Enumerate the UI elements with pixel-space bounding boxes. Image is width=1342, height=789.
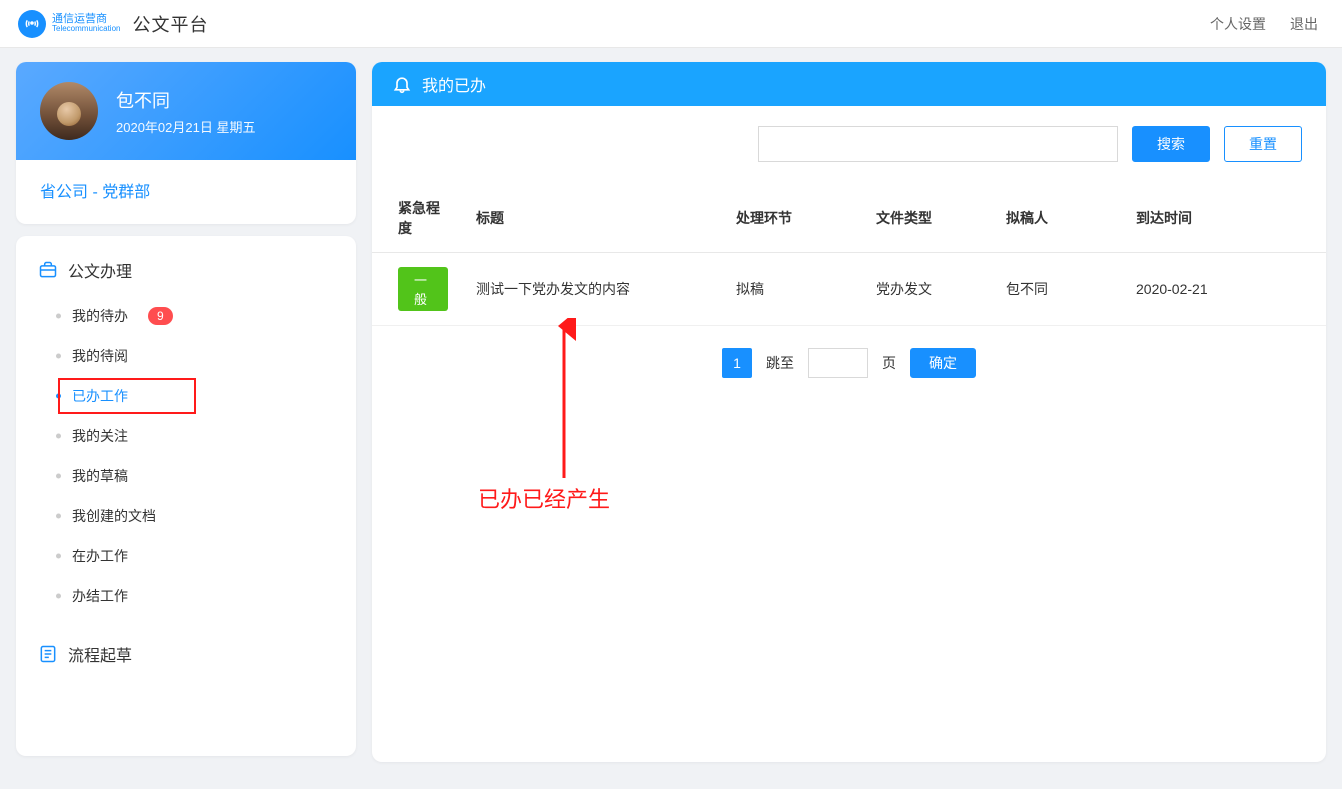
layout: 包不同 2020年02月21日 星期五 省公司 - 党群部 公文办理 我的待办 … — [0, 48, 1342, 776]
nav-item-closed[interactable]: 办结工作 — [16, 576, 356, 616]
nav-item-draft[interactable]: 我的草稿 — [16, 456, 356, 496]
nav-section-title-text: 公文办理 — [68, 258, 132, 282]
search-input[interactable] — [758, 126, 1118, 162]
done-table: 紧急程度 标题 处理环节 文件类型 拟稿人 到达时间 一般 测试一下党办发文的内… — [372, 184, 1326, 326]
bullet-icon — [56, 554, 61, 559]
app-title: 公文平台 — [132, 11, 208, 37]
user-info: 包不同 2020年02月21日 星期五 — [116, 87, 255, 136]
user-dept[interactable]: 省公司 - 党群部 — [16, 160, 356, 224]
cell-drafter: 包不同 — [992, 253, 1122, 326]
nav-item-label: 我的关注 — [72, 426, 128, 446]
bullet-icon — [56, 314, 61, 319]
bullet-icon — [56, 354, 61, 359]
col-arrive: 到达时间 — [1122, 184, 1326, 253]
urgency-tag: 一般 — [398, 267, 448, 311]
table-header-row: 紧急程度 标题 处理环节 文件类型 拟稿人 到达时间 — [372, 184, 1326, 253]
nav-item-label: 在办工作 — [72, 546, 128, 566]
bell-icon — [392, 74, 412, 94]
pager: 1 跳至 页 确定 — [372, 326, 1326, 400]
sidebar: 包不同 2020年02月21日 星期五 省公司 - 党群部 公文办理 我的待办 … — [16, 62, 356, 756]
user-date: 2020年02月21日 星期五 — [116, 117, 255, 136]
nav-item-label: 我的草稿 — [72, 466, 128, 486]
nav-item-inprogress[interactable]: 在办工作 — [16, 536, 356, 576]
cell-filetype: 党办发文 — [862, 253, 992, 326]
briefcase-icon — [38, 260, 58, 280]
bullet-icon — [56, 474, 61, 479]
nav-item-label: 已办工作 — [72, 386, 128, 406]
nav-item-toread[interactable]: 我的待阅 — [16, 336, 356, 376]
page-confirm-button[interactable]: 确定 — [910, 348, 976, 378]
bullet-icon — [56, 434, 61, 439]
nav-section-process[interactable]: 流程起草 — [16, 634, 356, 674]
antenna-icon — [24, 15, 40, 33]
header-actions: 个人设置 退出 — [1210, 14, 1318, 34]
cell-step: 拟稿 — [722, 253, 862, 326]
settings-link[interactable]: 个人设置 — [1210, 14, 1266, 34]
user-banner: 包不同 2020年02月21日 星期五 — [16, 62, 356, 160]
nav-items: 我的待办 9 我的待阅 已办工作 — [16, 290, 356, 628]
nav-item-label: 我创建的文档 — [72, 506, 156, 526]
nav-section-docs[interactable]: 公文办理 — [16, 250, 356, 290]
nav-item-created[interactable]: 我创建的文档 — [16, 496, 356, 536]
nav-item-label: 办结工作 — [72, 586, 128, 606]
table-row[interactable]: 一般 测试一下党办发文的内容 拟稿 党办发文 包不同 2020-02-21 — [372, 253, 1326, 326]
bullet-icon — [56, 514, 61, 519]
nav-card: 公文办理 我的待办 9 我的待阅 — [16, 236, 356, 756]
page-unit: 页 — [882, 353, 896, 373]
main-title: 我的已办 — [422, 72, 486, 96]
nav-item-label: 我的待办 — [72, 306, 128, 326]
col-title: 标题 — [462, 184, 722, 253]
main-panel: 我的已办 搜索 重置 紧急程度 标题 处理环节 文件类型 拟稿人 到达时间 一般 — [372, 62, 1326, 762]
page-input[interactable] — [808, 348, 868, 378]
bullet-icon — [56, 594, 61, 599]
nav-section2-title-text: 流程起草 — [68, 642, 132, 666]
user-card: 包不同 2020年02月21日 星期五 省公司 - 党群部 — [16, 62, 356, 224]
col-urgency: 紧急程度 — [372, 184, 462, 253]
col-filetype: 文件类型 — [862, 184, 992, 253]
logo-icon — [18, 10, 46, 38]
col-drafter: 拟稿人 — [992, 184, 1122, 253]
cell-urgency: 一般 — [372, 253, 462, 326]
brand-texts: 通信运营商 Telecommunication — [52, 13, 120, 34]
col-step: 处理环节 — [722, 184, 862, 253]
avatar — [40, 82, 98, 140]
logout-link[interactable]: 退出 — [1290, 14, 1318, 34]
nav-item-follow[interactable]: 我的关注 — [16, 416, 356, 456]
jump-label: 跳至 — [766, 353, 794, 373]
nav-item-label: 我的待阅 — [72, 346, 128, 366]
cell-title[interactable]: 测试一下党办发文的内容 — [462, 253, 722, 326]
document-icon — [38, 644, 58, 664]
brand-en: Telecommunication — [52, 25, 120, 34]
cell-arrive: 2020-02-21 — [1122, 253, 1326, 326]
toolbar: 搜索 重置 — [372, 106, 1326, 184]
nav-item-done[interactable]: 已办工作 — [16, 376, 356, 416]
page-current[interactable]: 1 — [722, 348, 752, 378]
search-button[interactable]: 搜索 — [1132, 126, 1210, 162]
annotation-text: 已办已经产生 — [478, 482, 610, 514]
top-header: 通信运营商 Telecommunication 公文平台 个人设置 退出 — [0, 0, 1342, 48]
brand-block: 通信运营商 Telecommunication 公文平台 — [18, 10, 208, 38]
todo-badge: 9 — [148, 307, 173, 325]
user-name: 包不同 — [116, 87, 255, 113]
nav-item-todo[interactable]: 我的待办 9 — [16, 296, 356, 336]
reset-button[interactable]: 重置 — [1224, 126, 1302, 162]
bullet-icon — [56, 394, 61, 399]
main-header: 我的已办 — [372, 62, 1326, 106]
